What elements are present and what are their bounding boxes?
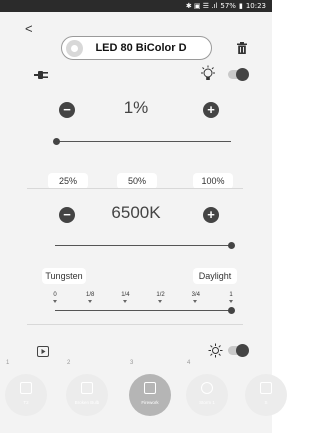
brightness-value: 1% <box>123 98 149 117</box>
daylight-button[interactable]: Daylight <box>193 268 237 284</box>
brightness-slider-thumb[interactable] <box>53 138 61 145</box>
scene-toggle[interactable] <box>228 343 249 357</box>
fraction-tick-marker <box>193 300 198 303</box>
light-bulb-icon <box>201 65 215 80</box>
scene-preset-button[interactable] <box>186 374 228 416</box>
fraction-tick-label: 3/4 <box>191 292 200 298</box>
section-divider <box>27 188 243 189</box>
fraction-tick-label: 1/4 <box>121 292 130 298</box>
fraction-slider-track[interactable] <box>55 310 231 311</box>
sun-effect-icon <box>208 343 223 358</box>
scene-preset-button[interactable] <box>129 374 171 416</box>
device-name-pill[interactable]: LED 80 BiColor D <box>61 36 212 60</box>
fraction-tick-label: 1/2 <box>156 292 165 298</box>
scene-preset-icon <box>201 382 213 394</box>
color-temp-plus-button[interactable]: + <box>203 207 219 223</box>
scene-preset-label: S <box>264 400 268 405</box>
clock: 10:23 <box>245 2 266 10</box>
fraction-tick-marker <box>52 300 57 303</box>
brightness-slider-track[interactable] <box>55 141 231 142</box>
battery-icon: ▮ <box>238 2 243 10</box>
fraction-tick-label: 0 <box>53 292 57 298</box>
battery-level: 57% <box>220 2 236 10</box>
scene-preset-icon <box>144 382 156 394</box>
fraction-slider-thumb[interactable] <box>227 307 235 314</box>
light-control-screen: < LED 80 BiColor D − 1% + 25% 50% 100% − <box>0 12 287 433</box>
scene-preset-icon <box>20 382 32 394</box>
preset-number: 2 <box>67 360 71 366</box>
fraction-tick-label: 1 <box>229 292 233 298</box>
status-bar: ✱ ▣ ☰ .ıl 57% ▮ 10:23 <box>0 0 272 12</box>
fraction-tick-marker <box>122 300 127 303</box>
preset-number: 3 <box>130 360 134 366</box>
scene-preset-label: Broken Bulb <box>74 400 100 405</box>
brightness-preset-100[interactable]: 100% <box>193 173 233 189</box>
fraction-tick-marker <box>228 300 233 303</box>
scene-preset-button[interactable] <box>245 374 287 416</box>
scene-preset-label: Firework <box>141 400 159 405</box>
scene-preset-button[interactable] <box>66 374 108 416</box>
color-temp-slider-thumb[interactable] <box>227 242 235 249</box>
fraction-tick-marker <box>87 300 92 303</box>
scene-preset-label: T2 <box>23 400 29 405</box>
power-toggle[interactable] <box>228 67 249 81</box>
tungsten-button[interactable]: Tungsten <box>42 268 86 284</box>
color-temp-slider-track[interactable] <box>55 245 231 246</box>
preset-number: 1 <box>6 360 10 366</box>
device-avatar-icon <box>66 39 83 57</box>
trash-icon[interactable] <box>237 42 247 54</box>
scene-preset-label: Storm 1 <box>199 400 215 405</box>
scene-preset-icon <box>81 382 93 394</box>
color-temp-value: 6500K <box>111 203 161 222</box>
scene-preset-button[interactable] <box>5 374 47 416</box>
power-toggle-knob <box>236 67 249 81</box>
scene-playback-icon <box>37 346 49 357</box>
color-temp-minus-button[interactable]: − <box>59 207 75 223</box>
brightness-plus-button[interactable]: + <box>203 102 219 118</box>
fraction-tick-label: 1/8 <box>86 292 95 298</box>
brightness-minus-button[interactable]: − <box>59 102 75 118</box>
scene-preset-icon <box>260 382 272 394</box>
fraction-tick-marker <box>158 300 163 303</box>
power-plug-icon <box>34 71 48 79</box>
back-button[interactable]: < <box>25 22 33 35</box>
scene-toggle-knob <box>236 343 249 357</box>
brightness-preset-50[interactable]: 50% <box>117 173 157 189</box>
section-divider <box>27 324 243 325</box>
device-name: LED 80 BiColor D <box>95 42 187 54</box>
preset-number: 4 <box>187 360 191 366</box>
status-icons: ✱ ▣ ☰ .ıl <box>185 2 218 10</box>
brightness-preset-25[interactable]: 25% <box>48 173 88 189</box>
